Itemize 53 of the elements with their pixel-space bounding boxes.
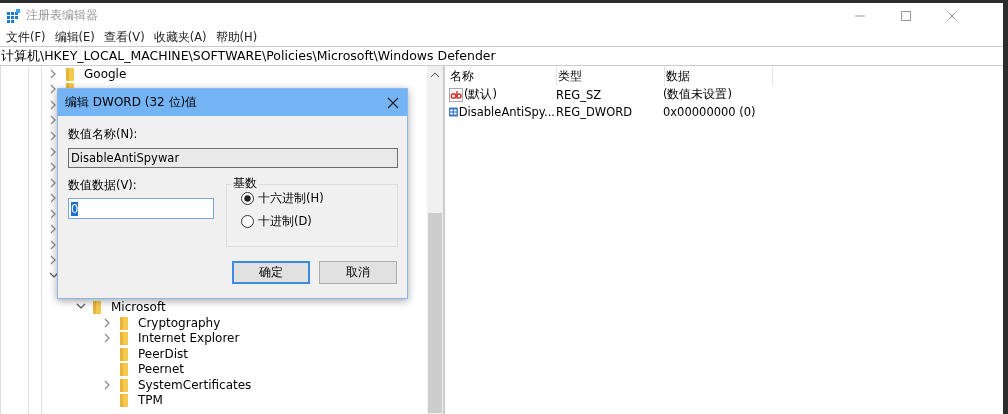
scrollbar[interactable]	[427, 66, 444, 414]
scroll-up-icon	[430, 72, 440, 78]
menu-item[interactable]: 收藏夹(A)	[153, 29, 207, 45]
value-name[interactable]: DisableAntiSpy...	[458, 104, 555, 119]
menu-item[interactable]: 帮助(H)	[215, 29, 258, 45]
tree-item[interactable]: Cryptography	[138, 315, 221, 330]
tree-item[interactable]: Peernet	[138, 362, 184, 377]
radio-label[interactable]: 十进制(D)	[258, 214, 312, 229]
dialog-title: 编辑 DWORD (32 位)值	[65, 94, 198, 111]
folder-icon	[119, 362, 129, 377]
column-header[interactable]: 数据	[665, 66, 773, 86]
menu-item[interactable]: 文件(F)	[6, 29, 46, 45]
tree-item[interactable]: Internet Explorer	[138, 331, 240, 346]
menu-item[interactable]: 查看(V)	[103, 29, 145, 45]
folder-icon	[92, 299, 102, 314]
tree-item[interactable]: SystemCertificates	[138, 377, 252, 392]
radio-unselected[interactable]	[241, 215, 254, 228]
value-data: (数值未设置)	[662, 87, 733, 102]
field-label: 数值名称(N):	[68, 127, 139, 143]
ab-string-icon	[449, 87, 463, 102]
tree-item[interactable]: Microsoft	[111, 299, 166, 314]
folder-icon	[119, 346, 129, 361]
binary-value-icon	[449, 104, 458, 119]
close-icon	[387, 96, 399, 109]
maximize-icon	[901, 10, 911, 21]
scroll-thumb[interactable]	[428, 213, 442, 413]
folder-icon	[119, 393, 129, 408]
cancel-button[interactable]: 取消	[319, 261, 397, 284]
value-name-field[interactable]: DisableAntiSpywar	[68, 148, 398, 168]
address-bar[interactable]: 计算机\HKEY_LOCAL_MACHINE\SOFTWARE\Policies\Microsoft\Windows Defender	[0, 46, 1003, 66]
tree-item[interactable]: PeerDist	[138, 346, 189, 361]
value-data: 0x00000000 (0)	[662, 104, 757, 119]
menu-item[interactable]: 编辑(E)	[54, 29, 95, 45]
value-data-field[interactable]: 0	[68, 198, 214, 219]
radio-label[interactable]: 十六进制(H)	[258, 191, 324, 206]
value-name[interactable]: (默认)	[464, 87, 497, 102]
ok-button[interactable]: 确定	[232, 261, 310, 284]
tree-item[interactable]: TPM	[138, 393, 163, 408]
folder-icon	[119, 331, 129, 346]
close-icon	[947, 10, 957, 21]
folder-icon	[119, 377, 129, 392]
column-header[interactable]: 类型	[557, 66, 665, 86]
radio-selected[interactable]	[241, 192, 254, 205]
column-header[interactable]: 名称	[449, 66, 557, 86]
window-title: 注册表编辑器	[26, 7, 98, 24]
value-type: REG_DWORD	[555, 104, 634, 119]
value-type: REG_SZ	[555, 87, 603, 102]
folder-icon	[119, 315, 129, 330]
tree-item[interactable]: Google	[84, 66, 127, 81]
folder-icon	[65, 66, 75, 81]
group-title: 基数	[231, 176, 259, 191]
registry-app-icon	[7, 8, 21, 23]
field-label: 数值数据(V):	[68, 178, 138, 194]
